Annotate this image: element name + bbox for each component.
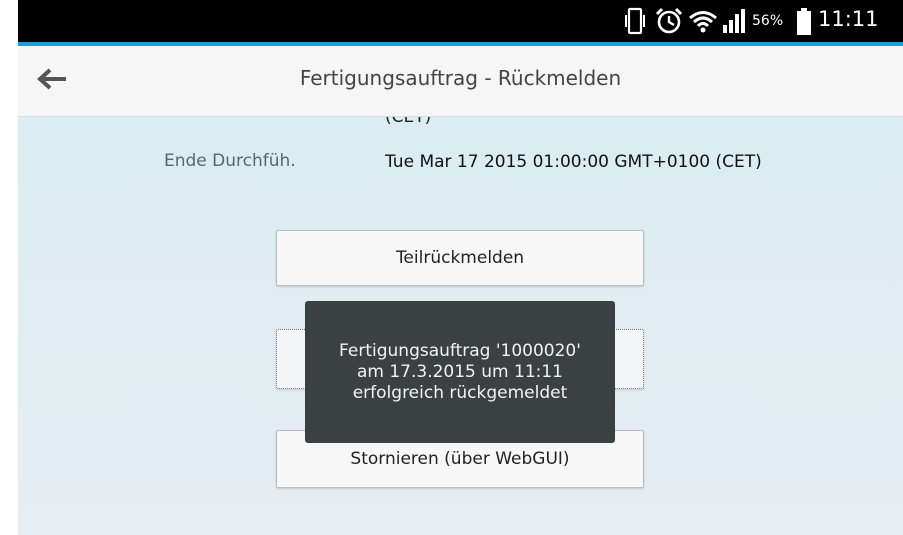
vibrate-icon [624, 6, 648, 40]
app-frame: 56% 11:11 Fertigungsauftrag - Rückmelden… [18, 0, 903, 535]
wifi-icon [688, 6, 718, 40]
partial-confirm-button[interactable]: Teilrückmelden [276, 230, 644, 286]
app-bar: Fertigungsauftrag - Rückmelden [18, 46, 903, 117]
end-execution-value: Tue Mar 17 2015 01:00:00 GMT+0100 (CET) [385, 152, 762, 172]
battery-percent: 56% [752, 13, 784, 29]
alarm-icon [654, 6, 684, 40]
battery-icon [796, 8, 812, 40]
previous-value-tail: (CET) [385, 117, 432, 127]
status-bar: 56% 11:11 [18, 0, 903, 42]
clock: 11:11 [818, 7, 879, 31]
toast-message: Fertigungsauftrag '1000020' am 17.3.2015… [339, 340, 581, 403]
content-area: (CET) Ende Durchfüh. Tue Mar 17 2015 01:… [18, 117, 903, 535]
page-title: Fertigungsauftrag - Rückmelden [299, 66, 622, 90]
success-toast: Fertigungsauftrag '1000020' am 17.3.2015… [305, 301, 615, 443]
signal-icon [722, 8, 746, 38]
end-execution-label: Ende Durchfüh. [164, 151, 296, 171]
